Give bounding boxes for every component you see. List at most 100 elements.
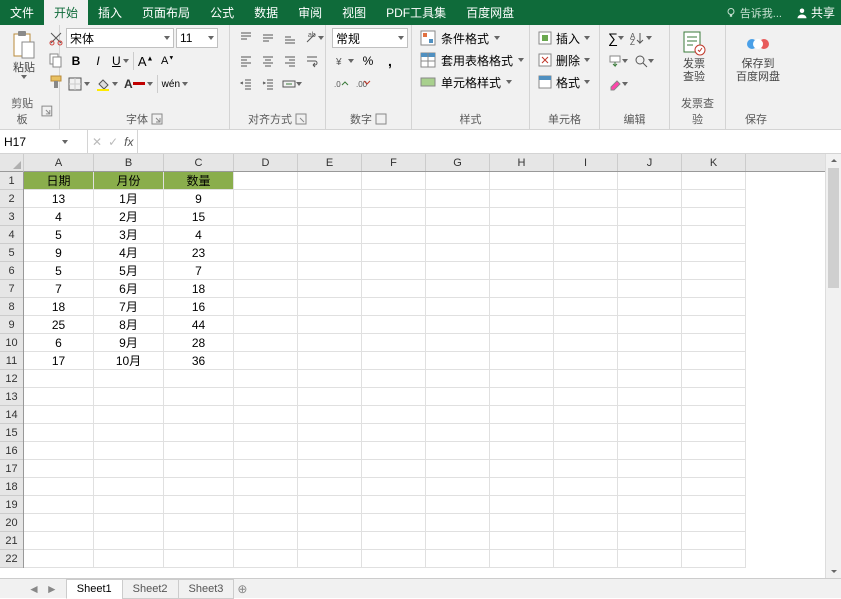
cell[interactable] xyxy=(682,550,746,568)
cell[interactable] xyxy=(490,478,554,496)
cell[interactable]: 7月 xyxy=(94,298,164,316)
cell[interactable] xyxy=(426,460,490,478)
dialog-launcher-icon[interactable] xyxy=(41,105,53,117)
row-header[interactable]: 4 xyxy=(0,226,23,244)
cell[interactable]: 28 xyxy=(164,334,234,352)
cell[interactable]: 18 xyxy=(24,298,94,316)
cell[interactable] xyxy=(362,352,426,370)
cell[interactable] xyxy=(554,388,618,406)
cell[interactable] xyxy=(298,208,362,226)
cell[interactable] xyxy=(234,316,298,334)
cell[interactable] xyxy=(362,334,426,352)
find-button[interactable] xyxy=(632,51,656,71)
cell[interactable]: 15 xyxy=(164,208,234,226)
cell[interactable] xyxy=(618,478,682,496)
cell[interactable] xyxy=(426,424,490,442)
cell[interactable] xyxy=(298,442,362,460)
cell[interactable] xyxy=(682,280,746,298)
cell[interactable] xyxy=(490,316,554,334)
cell[interactable] xyxy=(298,388,362,406)
insert-cells-button[interactable]: 插入 xyxy=(536,28,598,48)
cell[interactable]: 9 xyxy=(24,244,94,262)
percent-button[interactable]: % xyxy=(358,51,378,71)
row-header[interactable]: 12 xyxy=(0,370,23,388)
cell[interactable] xyxy=(554,226,618,244)
cell[interactable] xyxy=(554,334,618,352)
row-header[interactable]: 1 xyxy=(0,172,23,190)
cell[interactable] xyxy=(164,370,234,388)
row-header[interactable]: 17 xyxy=(0,460,23,478)
cell[interactable] xyxy=(490,352,554,370)
cell[interactable] xyxy=(682,352,746,370)
cell[interactable] xyxy=(362,316,426,334)
row-header[interactable]: 15 xyxy=(0,424,23,442)
cell[interactable] xyxy=(234,424,298,442)
column-header[interactable]: E xyxy=(298,154,362,171)
cell[interactable] xyxy=(94,442,164,460)
cell[interactable] xyxy=(234,478,298,496)
cell[interactable] xyxy=(426,334,490,352)
cell[interactable] xyxy=(490,388,554,406)
cell[interactable] xyxy=(298,460,362,478)
share-button[interactable]: 共享 xyxy=(790,0,841,25)
cell[interactable] xyxy=(164,460,234,478)
cell[interactable] xyxy=(298,352,362,370)
cell[interactable]: 4月 xyxy=(94,244,164,262)
cell[interactable] xyxy=(554,550,618,568)
tab-file[interactable]: 文件 xyxy=(0,0,44,25)
cell[interactable] xyxy=(490,370,554,388)
cell[interactable] xyxy=(362,172,426,190)
merge-button[interactable] xyxy=(280,74,304,94)
cell[interactable] xyxy=(362,514,426,532)
cell[interactable]: 36 xyxy=(164,352,234,370)
column-header[interactable]: J xyxy=(618,154,682,171)
sheet-tab[interactable]: Sheet2 xyxy=(122,579,179,599)
font-color-button[interactable]: A xyxy=(122,74,155,94)
cell[interactable] xyxy=(94,388,164,406)
cell[interactable]: 5月 xyxy=(94,262,164,280)
font-name-select[interactable]: 宋体 xyxy=(66,28,174,48)
cell[interactable]: 数量 xyxy=(164,172,234,190)
cell[interactable]: 3月 xyxy=(94,226,164,244)
cell[interactable] xyxy=(24,406,94,424)
cell[interactable] xyxy=(554,370,618,388)
cell[interactable]: 18 xyxy=(164,280,234,298)
cell[interactable] xyxy=(234,190,298,208)
cells-area[interactable]: 日期月份数量131月942月1553月494月2355月776月18187月16… xyxy=(24,172,841,578)
cell[interactable] xyxy=(682,172,746,190)
cell[interactable]: 9月 xyxy=(94,334,164,352)
align-top-button[interactable] xyxy=(236,28,256,48)
cell[interactable] xyxy=(298,244,362,262)
cell[interactable] xyxy=(94,424,164,442)
cell[interactable] xyxy=(24,550,94,568)
cell[interactable]: 10月 xyxy=(94,352,164,370)
cell[interactable] xyxy=(362,478,426,496)
cell[interactable] xyxy=(362,208,426,226)
shrink-font-button[interactable]: A▼ xyxy=(158,51,178,71)
cell[interactable] xyxy=(234,388,298,406)
cell[interactable] xyxy=(362,532,426,550)
cell[interactable] xyxy=(234,514,298,532)
align-left-button[interactable] xyxy=(236,51,256,71)
cell[interactable] xyxy=(298,190,362,208)
cell[interactable] xyxy=(618,406,682,424)
cell[interactable] xyxy=(618,244,682,262)
cell[interactable] xyxy=(554,406,618,424)
cell[interactable] xyxy=(298,334,362,352)
cell[interactable] xyxy=(234,226,298,244)
dialog-launcher-icon[interactable] xyxy=(375,113,387,125)
cell[interactable] xyxy=(234,208,298,226)
cell[interactable] xyxy=(618,226,682,244)
cell[interactable] xyxy=(554,298,618,316)
cell[interactable] xyxy=(24,514,94,532)
cell[interactable] xyxy=(426,442,490,460)
cell[interactable] xyxy=(94,550,164,568)
cell[interactable] xyxy=(554,496,618,514)
invoice-check-button[interactable]: 发票 查验 xyxy=(676,28,712,86)
column-header[interactable]: F xyxy=(362,154,426,171)
cell[interactable] xyxy=(298,496,362,514)
cell[interactable] xyxy=(618,424,682,442)
cell[interactable] xyxy=(426,172,490,190)
paste-button[interactable]: 粘贴 xyxy=(6,28,42,81)
cell[interactable] xyxy=(298,424,362,442)
